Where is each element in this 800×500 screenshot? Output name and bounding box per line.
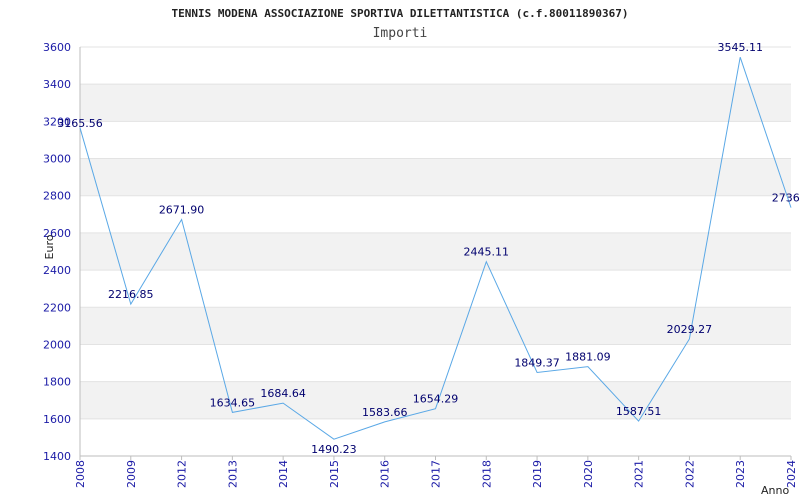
y-tick-label: 2000 [43,338,71,351]
data-label: 2029.27 [667,323,713,336]
x-tick-label: 2017 [430,460,443,488]
x-tick-label: 2014 [277,460,290,488]
y-tick-label: 3000 [43,153,71,166]
x-tick-label: 2020 [582,460,595,488]
data-label: 1684.64 [260,387,306,400]
x-tick-label: 2016 [379,460,392,488]
data-label: 1587.51 [616,405,662,418]
x-tick-label: 2021 [633,460,646,488]
data-label: 3545.11 [717,41,763,54]
data-label: 1881.09 [565,351,611,364]
y-tick-label: 2800 [43,190,71,203]
grid-bands [80,84,791,419]
y-tick-label: 3400 [43,78,71,91]
y-tick-label: 2200 [43,301,71,314]
x-tick-label: 2019 [531,460,544,488]
y-tick-label: 1400 [43,450,71,463]
x-tick-label: 2013 [226,460,239,488]
data-label: 2216.85 [108,288,154,301]
x-tick-labels: 2008 2009 2012 2013 2014 2015 2016 2017 2018 2019… [74,456,798,488]
data-label: 1583.66 [362,406,408,419]
x-axis-label: Anno [761,484,789,497]
y-tick-label: 1800 [43,376,71,389]
x-tick-label: 2008 [74,460,87,488]
grid-band [80,84,791,122]
x-tick-label: 2015 [328,460,341,488]
x-tick-label: 2012 [176,460,189,488]
y-tick-label: 1600 [43,413,71,426]
y-axis-label: Euro [43,234,56,259]
y-tick-label: 3600 [43,41,71,54]
line-chart: 1400160018002000220024002600280030003200… [43,7,800,497]
chart-subtitle: Importi [373,26,428,41]
chart-title: TENNIS MODENA ASSOCIAZIONE SPORTIVA DILE… [172,7,629,20]
data-label: 3165.56 [57,117,103,130]
x-tick-label: 2018 [480,460,493,488]
data-label: 1490.23 [311,443,357,456]
x-tick-label: 2022 [683,460,696,488]
x-tick-label: 2009 [125,460,138,488]
y-tick-label: 2400 [43,264,71,277]
data-label: 1654.29 [413,393,459,406]
data-label: 2736.2 [772,192,800,205]
data-label: 1634.65 [210,396,256,409]
grid-band [80,158,791,196]
data-label: 1849.37 [514,356,560,369]
data-label: 2445.11 [464,246,510,259]
data-label: 2671.90 [159,204,205,217]
x-tick-label: 2023 [734,460,747,488]
